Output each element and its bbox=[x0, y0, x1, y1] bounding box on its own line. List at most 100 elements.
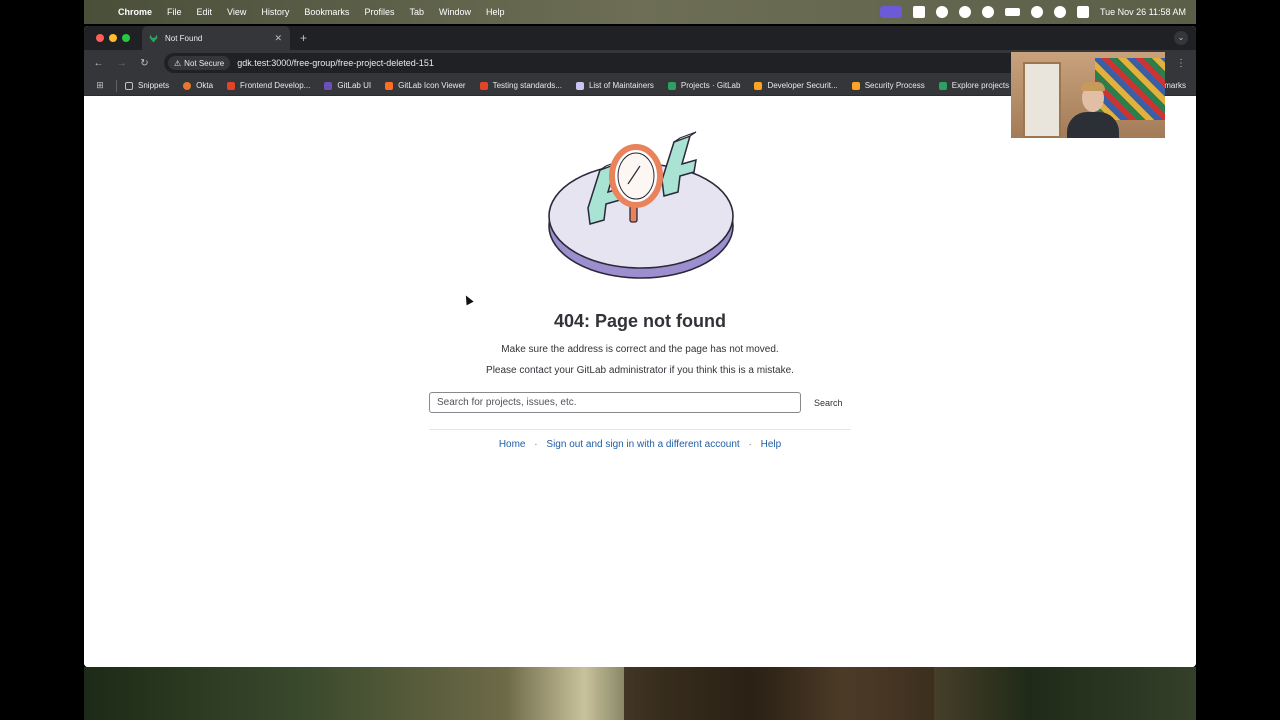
gitlab-handbook-icon bbox=[479, 81, 488, 90]
help-link[interactable]: Help bbox=[761, 439, 782, 450]
document-icon bbox=[575, 81, 584, 90]
reload-icon[interactable]: ↻ bbox=[133, 58, 156, 69]
bookmark-label: Projects · GitLab bbox=[680, 81, 741, 90]
gitlab-favicon-icon bbox=[149, 33, 158, 43]
gitlab-tanuki-icon bbox=[385, 81, 394, 90]
gitlab-tanuki-icon bbox=[754, 81, 763, 90]
bookmark-developer-security[interactable]: Developer Securit... bbox=[754, 81, 838, 90]
menu-clock[interactable]: Tue Nov 26 11:58 AM bbox=[1100, 7, 1186, 17]
extension-icon[interactable] bbox=[912, 6, 925, 18]
bookmark-label: Frontend Develop... bbox=[240, 81, 311, 90]
checkmark-icon[interactable] bbox=[958, 6, 971, 18]
wifi-icon[interactable] bbox=[1030, 6, 1043, 18]
close-window-button[interactable] bbox=[96, 34, 104, 42]
bookmark-explore-projects[interactable]: Explore projects bbox=[938, 81, 1010, 90]
mouse-pointer-icon bbox=[462, 293, 474, 306]
link-separator: · bbox=[534, 439, 538, 450]
search-form: Search bbox=[429, 392, 850, 413]
bookmark-list-of-maintainers[interactable]: List of Maintainers bbox=[575, 81, 654, 90]
menu-file[interactable]: File bbox=[167, 7, 182, 17]
sign-out-link[interactable]: Sign out and sign in with a different ac… bbox=[546, 439, 739, 450]
webcam-door bbox=[1023, 62, 1061, 138]
menu-tab[interactable]: Tab bbox=[409, 7, 424, 17]
menu-edit[interactable]: Edit bbox=[197, 7, 213, 17]
storybook-icon bbox=[324, 81, 333, 90]
security-label: Not Secure bbox=[184, 58, 225, 68]
security-indicator[interactable]: ⚠ Not Secure bbox=[168, 56, 231, 70]
forward-arrow-icon[interactable]: → bbox=[110, 58, 133, 69]
bookmark-label: Snippets bbox=[138, 81, 170, 90]
bookmark-label: Developer Securit... bbox=[767, 81, 838, 90]
divider bbox=[429, 429, 851, 430]
gitlab-handbook-icon bbox=[227, 81, 236, 90]
webcam-person-hair bbox=[1081, 82, 1105, 91]
battery-icon[interactable] bbox=[1004, 8, 1020, 16]
tab-active[interactable]: Not Found ✕ bbox=[142, 26, 290, 50]
tab-strip: Not Found ✕ + ⌄ bbox=[84, 26, 1196, 50]
spotlight-search-icon[interactable] bbox=[1053, 6, 1066, 18]
gitlab-tanuki-icon bbox=[938, 81, 947, 90]
gitlab-tanuki-icon bbox=[667, 81, 676, 90]
menu-history[interactable]: History bbox=[261, 7, 289, 17]
menu-app-name[interactable]: Chrome bbox=[118, 7, 152, 17]
window-controls bbox=[96, 34, 130, 42]
bookmark-security-process[interactable]: Security Process bbox=[851, 81, 925, 90]
screen-recording-icon[interactable] bbox=[879, 6, 902, 18]
menu-window[interactable]: Window bbox=[439, 7, 471, 17]
zoom-window-button[interactable] bbox=[122, 34, 130, 42]
menu-bookmarks[interactable]: Bookmarks bbox=[304, 7, 349, 17]
apps-grid-icon[interactable]: ⊞ bbox=[84, 80, 116, 91]
desktop-wallpaper bbox=[84, 667, 1196, 720]
menu-status-area: Tue Nov 26 11:58 AM bbox=[879, 0, 1186, 24]
new-tab-icon[interactable]: + bbox=[300, 31, 307, 45]
webcam-overlay bbox=[1011, 52, 1165, 138]
play-icon[interactable] bbox=[981, 6, 994, 18]
mac-menu-bar: Chrome File Edit View History Bookmarks … bbox=[84, 0, 1196, 24]
bookmark-frontend-develop[interactable]: Frontend Develop... bbox=[227, 81, 310, 90]
bookmark-label: GitLab UI bbox=[337, 81, 372, 90]
page-content: 404: Page not found Make sure the addres… bbox=[84, 102, 1196, 667]
tab-search-icon[interactable]: ⌄ bbox=[1174, 31, 1188, 45]
control-center-icon[interactable] bbox=[1076, 6, 1089, 18]
bookmark-label: GitLab Icon Viewer bbox=[398, 81, 466, 90]
bookmark-label: Security Process bbox=[864, 81, 925, 90]
page-title: 404: Page not found bbox=[553, 311, 726, 331]
gitlab-tanuki-icon bbox=[851, 81, 860, 90]
screen: Chrome File Edit View History Bookmarks … bbox=[0, 0, 1280, 720]
minimize-window-button[interactable] bbox=[109, 34, 117, 42]
bookmarks-separator bbox=[116, 79, 117, 92]
link-separator: · bbox=[748, 439, 752, 450]
bookmark-label: Explore projects bbox=[951, 81, 1010, 90]
bookmark-snippets[interactable]: Snippets bbox=[125, 81, 169, 90]
menu-profiles[interactable]: Profiles bbox=[364, 7, 394, 17]
home-link[interactable]: Home bbox=[499, 439, 526, 450]
bookmark-gitlab-ui[interactable]: GitLab UI bbox=[324, 81, 371, 90]
warning-triangle-icon: ⚠ bbox=[174, 58, 182, 68]
webcam-quilt bbox=[1095, 58, 1165, 120]
browser-menu-icon[interactable]: ⋮ bbox=[1176, 58, 1186, 69]
menu-help[interactable]: Help bbox=[486, 7, 505, 17]
bookmark-projects-gitlab[interactable]: Projects · GitLab bbox=[667, 81, 741, 90]
close-tab-icon[interactable]: ✕ bbox=[274, 33, 282, 44]
search-button[interactable]: Search bbox=[807, 392, 850, 413]
sync-icon[interactable] bbox=[935, 6, 948, 18]
address-bar[interactable]: ⚠ Not Secure gdk.test:3000/free-group/fr… bbox=[164, 53, 1044, 73]
folder-icon bbox=[125, 81, 133, 90]
okta-icon bbox=[183, 81, 192, 90]
all-bookmarks-button[interactable]: marks bbox=[1164, 81, 1186, 90]
search-input[interactable] bbox=[429, 392, 801, 413]
help-links: Home · Sign out and sign in with a diffe… bbox=[84, 439, 1196, 450]
url-text[interactable]: gdk.test:3000/free-group/free-project-de… bbox=[237, 58, 434, 68]
bookmark-testing-standards[interactable]: Testing standards... bbox=[479, 81, 562, 90]
bookmark-gitlab-icon-viewer[interactable]: GitLab Icon Viewer bbox=[385, 81, 466, 90]
bookmark-okta[interactable]: Okta bbox=[183, 81, 213, 90]
menu-view[interactable]: View bbox=[227, 7, 246, 17]
wallpaper-tree-trunk bbox=[624, 667, 934, 720]
error-message-address: Make sure the address is correct and the… bbox=[501, 344, 779, 355]
404-illustration bbox=[548, 131, 734, 279]
bookmark-label: Testing standards... bbox=[492, 81, 562, 90]
webcam-person-body bbox=[1067, 112, 1119, 138]
bookmark-label: Okta bbox=[196, 81, 214, 90]
back-arrow-icon[interactable]: ← bbox=[87, 58, 110, 69]
tab-title: Not Found bbox=[165, 33, 203, 43]
